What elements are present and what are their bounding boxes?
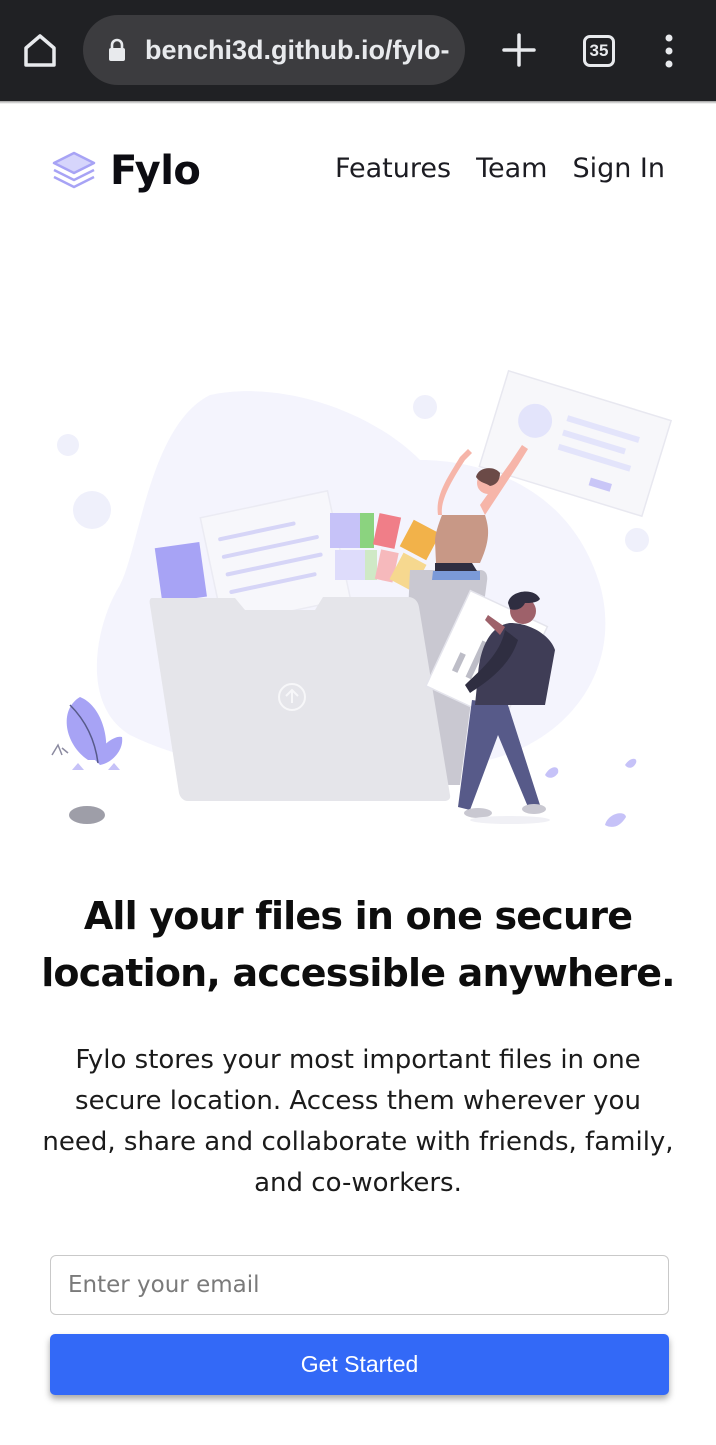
address-bar[interactable]: benchi3d.github.io/fylo- [83,15,465,85]
hero-description: Fylo stores your most important files in… [42,1045,674,1198]
site-logo[interactable]: Fylo [50,145,201,197]
layers-logo-icon [52,151,96,189]
main-nav: Features Team Sign In [335,153,665,184]
url-text: benchi3d.github.io/fylo- [145,35,450,65]
home-icon[interactable] [20,30,60,70]
hero-title: All your files in one secure location, a… [41,894,675,995]
tab-count: 35 [589,41,609,60]
hero-illustration [51,369,673,827]
lock-icon [109,38,125,61]
toolbar-shadow [0,101,716,104]
email-input[interactable] [50,1255,669,1315]
overflow-menu-icon[interactable] [662,34,676,68]
get-started-button[interactable]: Get Started [50,1334,669,1395]
tab-switcher-icon[interactable]: 35 [583,35,615,67]
nav-link-team[interactable]: Team [476,153,547,184]
nav-link-sign-in[interactable]: Sign In [572,153,665,184]
new-tab-icon[interactable] [500,31,538,69]
brand-name: Fylo [110,148,201,194]
nav-link-features[interactable]: Features [335,153,451,184]
browser-toolbar: benchi3d.github.io/fylo- 35 [0,0,716,101]
